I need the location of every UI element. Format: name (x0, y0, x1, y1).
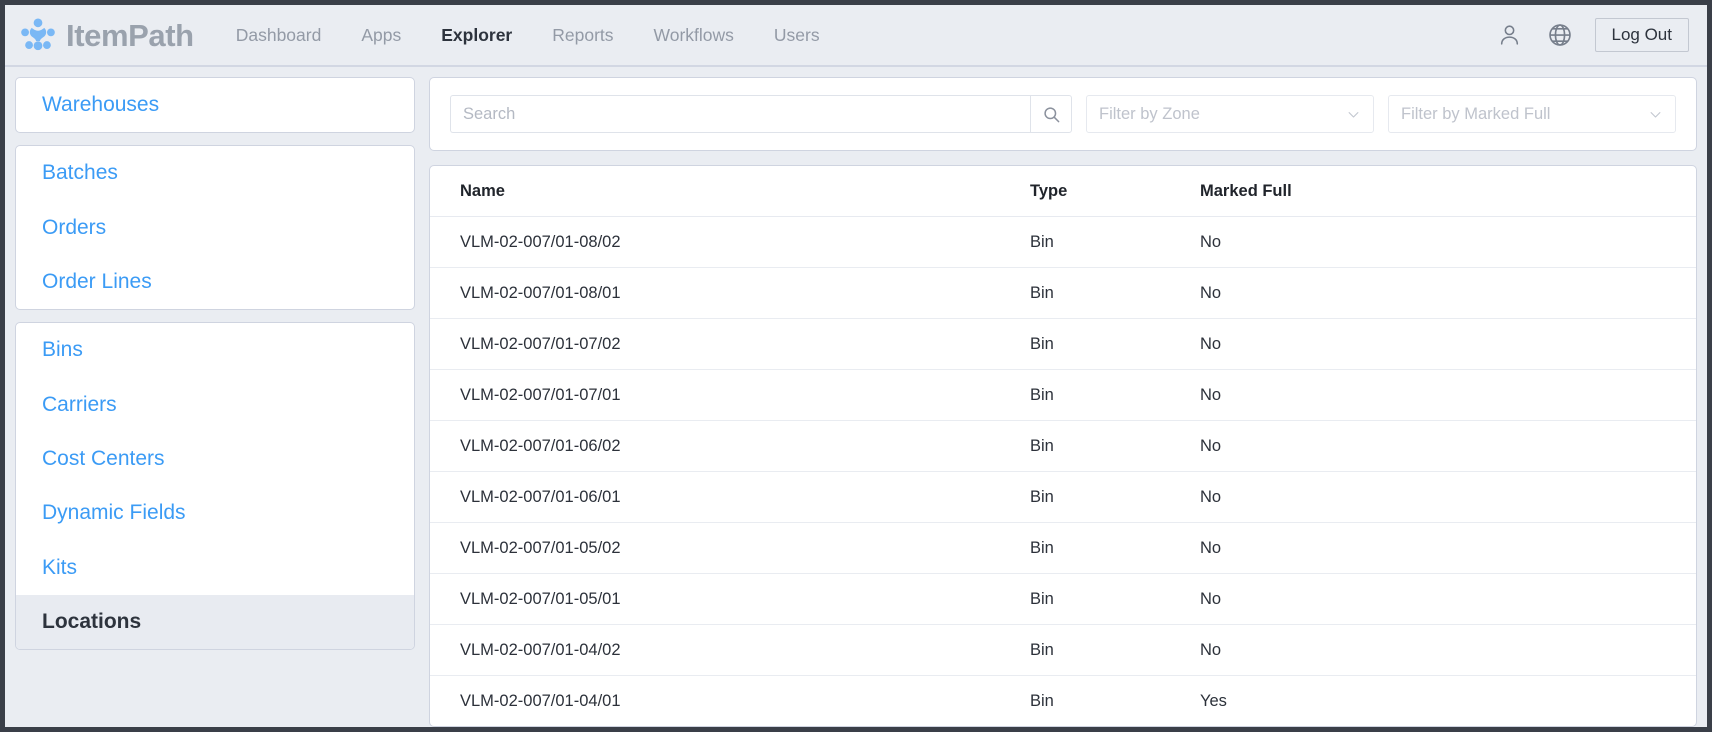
sidebar-group-warehouses: Warehouses (15, 77, 415, 134)
sidebar: Warehouses Batches Orders Order Lines Bi… (15, 77, 415, 651)
table-row[interactable]: VLM-02-007/01-04/02 Bin No (430, 624, 1696, 676)
sidebar-group-inventory: Bins Carriers Cost Centers Dynamic Field… (15, 322, 415, 651)
sidebar-item-cost-centers[interactable]: Cost Centers (16, 432, 414, 486)
cell-marked-full: No (1200, 318, 1696, 370)
locations-table: Name Type Marked Full VLM-02-007/01-08/0… (430, 166, 1696, 726)
table-header-row: Name Type Marked Full (430, 166, 1696, 217)
table-row[interactable]: VLM-02-007/01-08/02 Bin No (430, 216, 1696, 268)
table-row[interactable]: VLM-02-007/01-04/01 Bin Yes (430, 676, 1696, 727)
main-nav: Dashboard Apps Explorer Reports Workflow… (216, 17, 840, 54)
sidebar-item-bins[interactable]: Bins (16, 323, 414, 377)
sidebar-item-warehouses[interactable]: Warehouses (16, 78, 414, 132)
brand[interactable]: ItemPath (19, 16, 194, 54)
globe-icon[interactable] (1545, 20, 1575, 50)
cell-type: Bin (1030, 267, 1200, 319)
table-row[interactable]: VLM-02-007/01-05/02 Bin No (430, 522, 1696, 574)
cell-name: VLM-02-007/01-05/01 (430, 573, 1030, 625)
table-row[interactable]: VLM-02-007/01-06/02 Bin No (430, 420, 1696, 472)
main-content: Filter by Zone Filter by Marked Full (429, 77, 1697, 727)
sidebar-item-locations[interactable]: Locations (16, 595, 414, 650)
nav-item-explorer[interactable]: Explorer (421, 17, 532, 54)
cell-type: Bin (1030, 522, 1200, 574)
column-header-name[interactable]: Name (430, 166, 1030, 217)
cell-type: Bin (1030, 624, 1200, 676)
sidebar-item-batches[interactable]: Batches (16, 146, 414, 200)
table-row[interactable]: VLM-02-007/01-06/01 Bin No (430, 471, 1696, 523)
cell-marked-full: Yes (1200, 692, 1227, 710)
filter-bar: Filter by Zone Filter by Marked Full (429, 77, 1697, 151)
sidebar-item-dynamic-fields[interactable]: Dynamic Fields (16, 486, 414, 540)
cell-name: VLM-02-007/01-05/02 (430, 522, 1030, 574)
cell-type: Bin (1030, 692, 1054, 710)
nav-item-users[interactable]: Users (754, 17, 840, 54)
marked-full-filter-label: Filter by Marked Full (1401, 104, 1551, 123)
sidebar-item-orders[interactable]: Orders (16, 201, 414, 255)
cell-marked-full: No (1200, 369, 1696, 421)
search-icon[interactable] (1030, 95, 1072, 133)
cell-marked-full: No (1200, 267, 1696, 319)
cell-name: VLM-02-007/01-06/01 (430, 471, 1030, 523)
table-row[interactable]: VLM-02-007/01-07/01 Bin No (430, 369, 1696, 421)
sidebar-item-order-lines[interactable]: Order Lines (16, 255, 414, 309)
locations-table-card: Name Type Marked Full VLM-02-007/01-08/0… (429, 165, 1697, 727)
search-group (450, 95, 1072, 133)
nav-item-dashboard[interactable]: Dashboard (216, 17, 342, 54)
cell-marked-full: No (1200, 420, 1696, 472)
cell-name: VLM-02-007/01-04/02 (430, 624, 1030, 676)
table-body: VLM-02-007/01-08/02 Bin No VLM-02-007/01… (430, 216, 1696, 727)
nav-item-apps[interactable]: Apps (341, 17, 421, 54)
cell-name: VLM-02-007/01-04/01 (460, 692, 621, 710)
marked-full-filter-select[interactable]: Filter by Marked Full (1388, 95, 1676, 133)
cell-marked-full: No (1200, 471, 1696, 523)
top-navigation-bar: ItemPath Dashboard Apps Explorer Reports… (5, 5, 1707, 67)
cell-name: VLM-02-007/01-07/02 (430, 318, 1030, 370)
zone-filter-label: Filter by Zone (1099, 104, 1200, 123)
nav-item-workflows[interactable]: Workflows (634, 17, 754, 54)
user-icon[interactable] (1495, 20, 1525, 50)
logout-button[interactable]: Log Out (1594, 17, 1689, 53)
cell-marked-full: No (1200, 624, 1696, 676)
cell-type: Bin (1030, 216, 1200, 268)
table-row[interactable]: VLM-02-007/01-07/02 Bin No (430, 318, 1696, 370)
cell-type: Bin (1030, 369, 1200, 421)
zone-filter-select[interactable]: Filter by Zone (1086, 95, 1374, 133)
table-row[interactable]: VLM-02-007/01-05/01 Bin No (430, 573, 1696, 625)
brand-name: ItemPath (66, 17, 194, 53)
cell-name: VLM-02-007/01-06/02 (430, 420, 1030, 472)
body-area: Warehouses Batches Orders Order Lines Bi… (5, 67, 1707, 727)
sidebar-group-orders: Batches Orders Order Lines (15, 145, 415, 311)
itempath-dots-logo-icon (19, 16, 57, 54)
cell-type: Bin (1030, 471, 1200, 523)
cell-name: VLM-02-007/01-08/01 (430, 267, 1030, 319)
cell-name: VLM-02-007/01-07/01 (430, 369, 1030, 421)
cell-type: Bin (1030, 318, 1200, 370)
column-header-marked-full[interactable]: Marked Full (1200, 166, 1696, 217)
sidebar-item-carriers[interactable]: Carriers (16, 378, 414, 432)
nav-item-reports[interactable]: Reports (532, 17, 633, 54)
sidebar-item-kits[interactable]: Kits (16, 541, 414, 595)
cell-type: Bin (1030, 573, 1200, 625)
chevron-down-icon (1346, 107, 1361, 122)
search-input[interactable] (450, 95, 1030, 133)
app-window: ItemPath Dashboard Apps Explorer Reports… (0, 0, 1712, 732)
cell-marked-full: No (1200, 522, 1696, 574)
cell-name: VLM-02-007/01-08/02 (430, 216, 1030, 268)
top-bar-actions: Log Out (1495, 17, 1689, 53)
table-row[interactable]: VLM-02-007/01-08/01 Bin No (430, 267, 1696, 319)
chevron-down-icon (1648, 107, 1663, 122)
cell-marked-full: No (1200, 573, 1696, 625)
cell-marked-full: No (1200, 216, 1696, 268)
cell-type: Bin (1030, 420, 1200, 472)
column-header-type[interactable]: Type (1030, 166, 1200, 217)
table-header: Name Type Marked Full (430, 166, 1696, 217)
